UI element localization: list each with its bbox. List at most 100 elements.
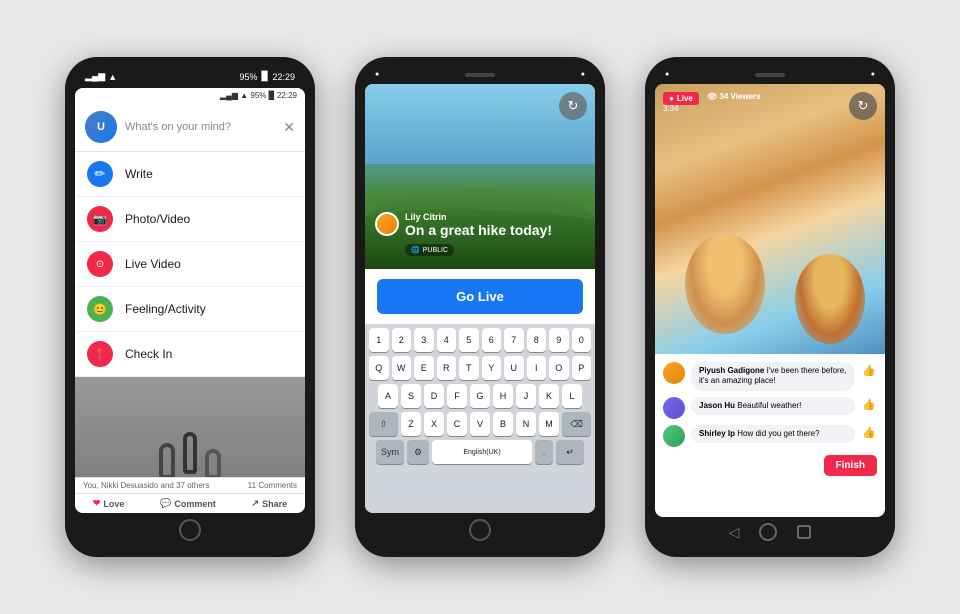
key-n[interactable]: N — [516, 412, 536, 436]
menu-item-photo[interactable]: 📷 Photo/Video — [75, 197, 305, 242]
home-button[interactable] — [179, 519, 201, 541]
key-d[interactable]: D — [424, 384, 444, 408]
compose-bar[interactable]: U What's on your mind? ✕ — [75, 103, 305, 152]
commenter-1-avatar — [663, 362, 685, 384]
key-y[interactable]: Y — [482, 356, 502, 380]
key-2[interactable]: 2 — [392, 328, 412, 352]
key-0[interactable]: 0 — [572, 328, 592, 352]
menu-item-feeling[interactable]: 😊 Feeling/Activity — [75, 287, 305, 332]
share-icon: ↗ — [252, 498, 260, 509]
key-l[interactable]: L — [562, 384, 582, 408]
sym-key[interactable]: Sym — [376, 440, 404, 464]
key-t[interactable]: T — [459, 356, 479, 380]
phone3-top: ● ● — [655, 71, 885, 84]
home-button[interactable] — [469, 519, 491, 541]
menu-item-write[interactable]: ✏ Write — [75, 152, 305, 197]
commenter-2-name: Jason Hu — [699, 401, 735, 410]
viewers-icon: 👁 — [707, 92, 719, 101]
commenter-1-name: Piyush Gadigone — [699, 366, 764, 375]
key-s[interactable]: S — [401, 384, 421, 408]
recent-apps-icon[interactable] — [797, 525, 811, 539]
comment-1-bubble: Piyush Gadigone I've been there before, … — [691, 362, 855, 391]
key-v[interactable]: V — [470, 412, 490, 436]
shift-key[interactable]: ⇧ — [369, 412, 398, 436]
comments-count: 11 Comments — [248, 481, 297, 490]
key-p[interactable]: P — [572, 356, 592, 380]
like-icon-1[interactable]: 👍 — [861, 362, 877, 378]
live-caption: On a great hike today! — [405, 222, 552, 239]
camera-icon: ● — [375, 71, 379, 78]
user-avatar: U — [85, 111, 117, 143]
write-icon: ✏ — [87, 161, 113, 187]
commenter-3-name: Shirley Ip — [699, 429, 735, 438]
key-8[interactable]: 8 — [527, 328, 547, 352]
comment-button[interactable]: 💬 Comment — [160, 498, 216, 509]
wifi-icon: ▲ — [108, 72, 117, 82]
keyboard[interactable]: 1 2 3 4 5 6 7 8 9 0 Q W E R T Y U I O — [365, 324, 595, 513]
key-q[interactable]: Q — [369, 356, 389, 380]
back-icon[interactable]: ◁ — [729, 524, 740, 541]
close-icon[interactable]: ✕ — [283, 119, 295, 136]
key-e[interactable]: E — [414, 356, 434, 380]
signal-bars-icon: ▂▄▆ — [85, 71, 105, 82]
live-timer: 3:34 — [663, 104, 679, 113]
key-m[interactable]: M — [539, 412, 559, 436]
live-dot-icon: ● — [669, 94, 674, 103]
live-icon: ⊙ — [87, 251, 113, 277]
live-preview-area: ↻ Lily Citrin On a great hike today! 🌐 P… — [365, 84, 595, 269]
key-z[interactable]: Z — [401, 412, 421, 436]
key-h[interactable]: H — [493, 384, 513, 408]
home-circle-icon[interactable] — [759, 523, 777, 541]
phone3-screen: ● Live 👁 34 Viewers 3:34 ↻ Piyush Gadigo… — [655, 84, 885, 517]
bottom-photo-area: You, Nikki Desuasido and 37 others 11 Co… — [75, 377, 305, 513]
like-icon-3[interactable]: 👍 — [861, 425, 877, 441]
key-3[interactable]: 3 — [414, 328, 434, 352]
key-g[interactable]: G — [470, 384, 490, 408]
backspace-key[interactable]: ⌫ — [562, 412, 591, 436]
comments-section: Piyush Gadigone I've been there before, … — [655, 354, 885, 517]
key-4[interactable]: 4 — [437, 328, 457, 352]
key-k[interactable]: K — [539, 384, 559, 408]
return-key[interactable]: ↵ — [556, 440, 584, 464]
key-5[interactable]: 5 — [459, 328, 479, 352]
flip-camera-button[interactable]: ↻ — [559, 92, 587, 120]
key-c[interactable]: C — [447, 412, 467, 436]
key-j[interactable]: J — [516, 384, 536, 408]
camera-icon2: ● — [665, 71, 669, 78]
menu-write-label: Write — [125, 167, 153, 181]
key-o[interactable]: O — [549, 356, 569, 380]
key-b[interactable]: B — [493, 412, 513, 436]
key-9[interactable]: 9 — [549, 328, 569, 352]
globe-icon: 🌐 — [411, 246, 420, 254]
heart-icon: ❤ — [93, 498, 101, 509]
share-button[interactable]: ↗ Share — [252, 498, 288, 509]
keyboard-row-asdf: A S D F G H J K L — [369, 384, 591, 408]
speaker-icon — [465, 73, 495, 77]
key-u[interactable]: U — [504, 356, 524, 380]
key-a[interactable]: A — [378, 384, 398, 408]
key-1[interactable]: 1 — [369, 328, 389, 352]
flip-camera-button-2[interactable]: ↻ — [849, 92, 877, 120]
speaker-icon2 — [755, 73, 785, 77]
key-6[interactable]: 6 — [482, 328, 502, 352]
key-w[interactable]: W — [392, 356, 412, 380]
finish-button[interactable]: Finish — [824, 455, 877, 476]
go-live-button[interactable]: Go Live — [377, 279, 583, 314]
key-r[interactable]: R — [437, 356, 457, 380]
key-i[interactable]: I — [527, 356, 547, 380]
key-x[interactable]: X — [424, 412, 444, 436]
settings-key[interactable]: ⚙ — [407, 440, 429, 464]
key-f[interactable]: F — [447, 384, 467, 408]
key-7[interactable]: 7 — [504, 328, 524, 352]
menu-item-checkin[interactable]: 📍 Check In — [75, 332, 305, 377]
space-key[interactable]: English(UK) — [432, 440, 532, 464]
live-username: Lily Citrin — [405, 212, 552, 222]
live-video-area: ● Live 👁 34 Viewers 3:34 ↻ — [655, 84, 885, 354]
like-icon-2[interactable]: 👍 — [861, 397, 877, 413]
period-key[interactable]: . — [535, 440, 553, 464]
compose-placeholder[interactable]: What's on your mind? — [125, 121, 283, 133]
phone3-nav-bar: ◁ — [655, 517, 885, 543]
love-button[interactable]: ❤ Love — [93, 498, 125, 509]
menu-item-live[interactable]: ⊙ Live Video — [75, 242, 305, 287]
phone-2: ● ● ↻ Lily Citrin On a great hike today!… — [355, 57, 605, 557]
